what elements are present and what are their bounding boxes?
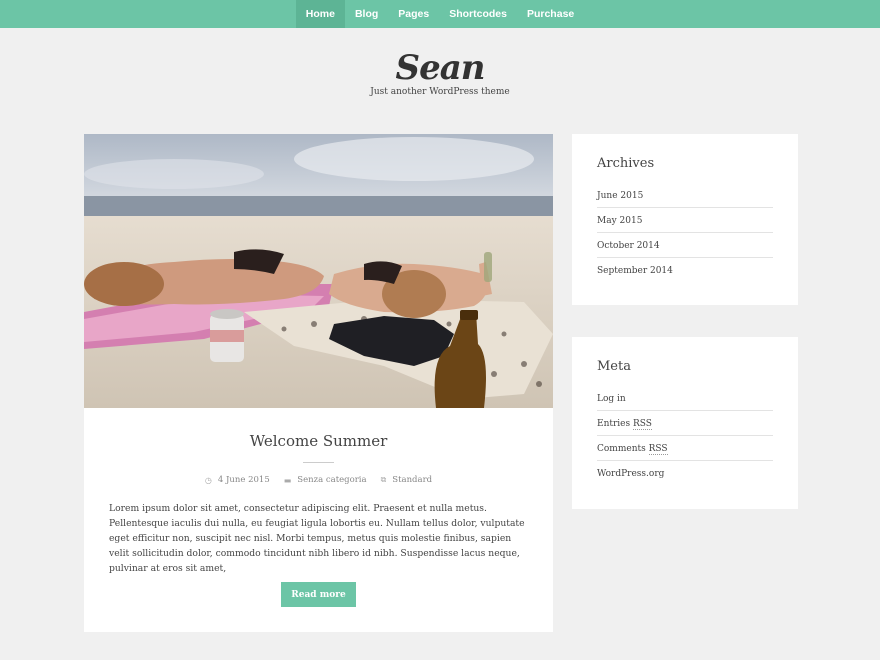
archive-link-june-2015[interactable]: June 2015 xyxy=(597,183,773,208)
post-title[interactable]: Welcome Summer xyxy=(84,432,553,450)
site-tagline: Just another WordPress theme xyxy=(370,87,510,97)
archive-link-october-2014[interactable]: October 2014 xyxy=(597,233,773,258)
post-date-text[interactable]: 4 June 2015 xyxy=(218,475,270,485)
blog-post: Welcome Summer ◷ 4 June 2015 ▬ Senza cat… xyxy=(84,134,553,632)
meta-widget: Meta Log in Entries RSS Comments RSS Wor… xyxy=(572,337,798,509)
nav-item-purchase[interactable]: Purchase xyxy=(517,0,584,28)
post-category: ▬ Senza categoria xyxy=(284,475,367,485)
clock-icon: ◷ xyxy=(204,475,212,485)
archive-link-may-2015[interactable]: May 2015 xyxy=(597,208,773,233)
nav-item-home[interactable]: Home xyxy=(295,0,345,28)
nav-item-blog[interactable]: Blog xyxy=(345,0,388,28)
site-branding: Sean Just another WordPress theme xyxy=(0,48,880,97)
meta-link-wordpress-org[interactable]: WordPress.org xyxy=(597,461,773,486)
format-icon: ⧉ xyxy=(380,475,387,484)
post-date: ◷ 4 June 2015 xyxy=(205,475,270,485)
post-meta: ◷ 4 June 2015 ▬ Senza categoria ⧉ Standa… xyxy=(84,475,553,485)
post-featured-image[interactable] xyxy=(84,134,553,408)
meta-link-login[interactable]: Log in xyxy=(597,386,773,411)
nav-item-pages[interactable]: Pages xyxy=(388,0,439,28)
post-category-text[interactable]: Senza categoria xyxy=(297,475,366,485)
read-more-button[interactable]: Read more xyxy=(281,582,356,607)
post-format-text[interactable]: Standard xyxy=(392,475,432,485)
meta-title: Meta xyxy=(597,359,631,374)
archive-link-september-2014[interactable]: September 2014 xyxy=(597,258,773,283)
meta-link-comments-rss[interactable]: Comments RSS xyxy=(597,436,773,461)
site-logo[interactable]: Sean xyxy=(0,48,880,88)
folder-icon: ▬ xyxy=(283,475,292,485)
meta-link-entries-rss[interactable]: Entries RSS xyxy=(597,411,773,436)
title-separator xyxy=(303,462,334,463)
top-navigation: Home Blog Pages Shortcodes Purchase xyxy=(0,0,880,28)
post-excerpt: Lorem ipsum dolor sit amet, consectetur … xyxy=(109,503,525,574)
nav-item-shortcodes[interactable]: Shortcodes xyxy=(439,0,517,28)
beach-photo xyxy=(84,134,553,408)
archives-title: Archives xyxy=(597,156,655,171)
archives-widget: Archives June 2015 May 2015 October 2014… xyxy=(572,134,798,305)
post-format: ⧉ Standard xyxy=(381,475,433,485)
